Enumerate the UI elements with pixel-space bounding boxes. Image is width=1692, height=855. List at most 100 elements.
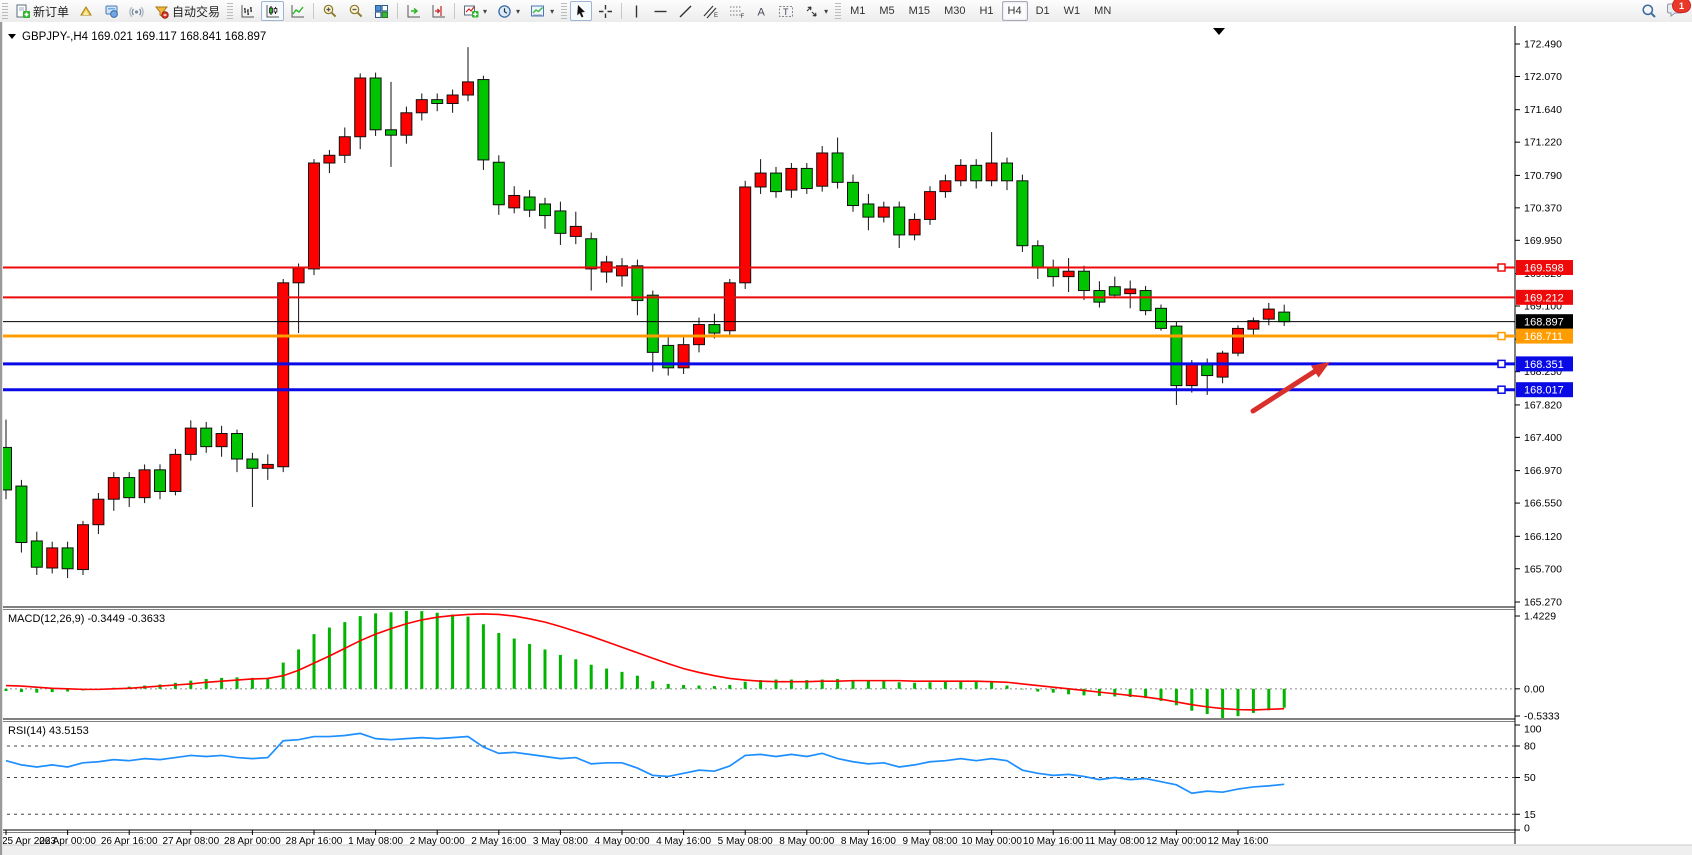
annotation-arrow[interactable] <box>1253 362 1330 411</box>
price-tick-label: 165.700 <box>1524 563 1562 575</box>
timeframe-button-h4[interactable]: H4 <box>1002 1 1028 21</box>
bear-candle-body <box>1032 246 1043 268</box>
bull-candle-body <box>1263 309 1274 319</box>
toolbar-separator <box>621 3 622 19</box>
bull-candle-body <box>309 163 320 269</box>
macd-label: MACD(12,26,9) -0.3449 -0.3633 <box>8 613 165 625</box>
crosshair-tool-button[interactable] <box>594 1 617 21</box>
time-tick-label: 3 May 08:00 <box>533 836 588 847</box>
cursor-icon <box>574 4 588 19</box>
charts-button[interactable] <box>75 1 98 21</box>
bull-candle-body <box>724 283 735 331</box>
chart-shift-marker[interactable] <box>1213 28 1225 35</box>
channel-tool-button[interactable]: E <box>699 1 723 21</box>
level-handle[interactable] <box>1498 386 1505 393</box>
notifications-button[interactable]: 1 <box>1667 2 1684 20</box>
horizontal-line-tool-button[interactable] <box>649 1 672 21</box>
bar-chart-icon <box>240 4 255 19</box>
market-watch-button[interactable] <box>100 1 123 21</box>
line-chart-button[interactable] <box>286 1 309 21</box>
text-tool-button[interactable]: A <box>751 1 772 21</box>
vertical-line-tool-button[interactable] <box>626 1 647 21</box>
timeframe-button-m30[interactable]: M30 <box>938 1 971 21</box>
bull-candle-body <box>955 165 966 180</box>
bar-chart-button[interactable] <box>236 1 259 21</box>
autotrading-button[interactable]: 自动交易 <box>150 1 224 21</box>
timeframe-button-m5[interactable]: M5 <box>873 1 900 21</box>
bear-candle-body <box>16 486 27 542</box>
bear-candle-body <box>848 182 859 205</box>
symbol-dropdown-icon[interactable] <box>8 34 16 39</box>
timeframe-button-m15[interactable]: M15 <box>903 1 936 21</box>
toolbar-grip <box>835 3 841 19</box>
bear-candle-body <box>1079 271 1090 290</box>
bear-candle-body <box>62 548 73 569</box>
text-label-tool-button[interactable]: T <box>774 1 798 21</box>
toolbar-grip <box>561 3 567 19</box>
price-tick-label: 170.790 <box>1524 170 1562 182</box>
chart-shift-button[interactable] <box>427 1 450 21</box>
bull-candle-body <box>463 82 474 95</box>
time-tick-label: 27 Apr 08:00 <box>162 836 219 847</box>
level-handle[interactable] <box>1498 333 1505 340</box>
time-tick-label: 28 Apr 16:00 <box>286 836 343 847</box>
templates-button[interactable]: ▾ <box>526 1 558 21</box>
price-level-lines: 169.598169.212168.897168.711168.351168.0… <box>0 260 1573 397</box>
crosshair-icon <box>598 4 613 19</box>
price-tick-label: 170.370 <box>1524 202 1562 214</box>
bear-candle-body <box>1002 163 1013 181</box>
timeframe-button-w1[interactable]: W1 <box>1058 1 1087 21</box>
chevron-down-icon: ▾ <box>550 7 554 16</box>
bull-candle-body <box>1186 364 1197 386</box>
bear-candle-body <box>1017 181 1028 246</box>
timeframe-button-mn[interactable]: MN <box>1088 1 1117 21</box>
bull-candle-body <box>755 173 766 187</box>
price-level-badge-label: 169.212 <box>1524 292 1564 304</box>
time-tick-label: 11 May 08:00 <box>1085 836 1145 847</box>
bull-candle-body <box>278 283 289 467</box>
candlestick-chart-button[interactable] <box>261 1 284 21</box>
chart-title-text: GBPJPY-,H4 169.021 169.117 168.841 168.8… <box>22 31 266 43</box>
price-level-badge-label: 168.351 <box>1524 359 1564 371</box>
bull-candle-body <box>185 428 196 454</box>
trendline-icon <box>678 4 693 19</box>
price-tick-label: 169.950 <box>1524 235 1562 247</box>
gbpjpy-h4-chart[interactable]: 172.490172.070171.640171.220170.790170.3… <box>0 22 1692 855</box>
bull-candle-body <box>416 100 427 113</box>
arrows-tool-button[interactable]: ▾ <box>800 1 832 21</box>
level-handle[interactable] <box>1498 360 1505 367</box>
timeframe-button-h1[interactable]: H1 <box>973 1 999 21</box>
bull-candle-body <box>355 78 366 137</box>
bear-candle-body <box>432 100 443 104</box>
tile-windows-button[interactable] <box>370 1 393 21</box>
search-icon[interactable] <box>1641 3 1657 19</box>
price-tick-label: 171.640 <box>1524 104 1562 116</box>
auto-scroll-icon <box>406 4 421 19</box>
fibonacci-tool-button[interactable]: F <box>725 1 749 21</box>
bear-candle-body <box>370 78 381 130</box>
bull-candle-body <box>925 192 936 220</box>
bear-candle-body <box>863 204 874 217</box>
zoom-in-button[interactable] <box>318 1 342 21</box>
signals-button[interactable] <box>125 1 148 21</box>
timeframe-button-m1[interactable]: M1 <box>844 1 871 21</box>
cursor-tool-button[interactable] <box>570 1 592 21</box>
bull-candle-body <box>216 434 227 447</box>
bear-candle-body <box>647 295 658 352</box>
trendline-tool-button[interactable] <box>674 1 697 21</box>
timeframe-button-d1[interactable]: D1 <box>1030 1 1056 21</box>
indicators-button[interactable]: ▾ <box>459 1 491 21</box>
price-level-badge-label: 169.598 <box>1524 263 1564 275</box>
time-tick-label: 12 May 00:00 <box>1146 836 1207 847</box>
price-tick-label: 167.820 <box>1524 399 1562 411</box>
rsi-axis-label: 80 <box>1524 741 1536 753</box>
level-handle[interactable] <box>1498 264 1505 271</box>
signal-icon <box>129 4 144 19</box>
periods-button[interactable]: ▾ <box>493 1 524 21</box>
toolbar-right: 1 <box>1641 2 1684 20</box>
price-tick-label: 171.220 <box>1524 137 1562 149</box>
zoom-out-button[interactable] <box>344 1 368 21</box>
toolbar-grip <box>227 3 233 19</box>
new-order-button[interactable]: 新订单 <box>11 1 73 21</box>
auto-scroll-button[interactable] <box>402 1 425 21</box>
